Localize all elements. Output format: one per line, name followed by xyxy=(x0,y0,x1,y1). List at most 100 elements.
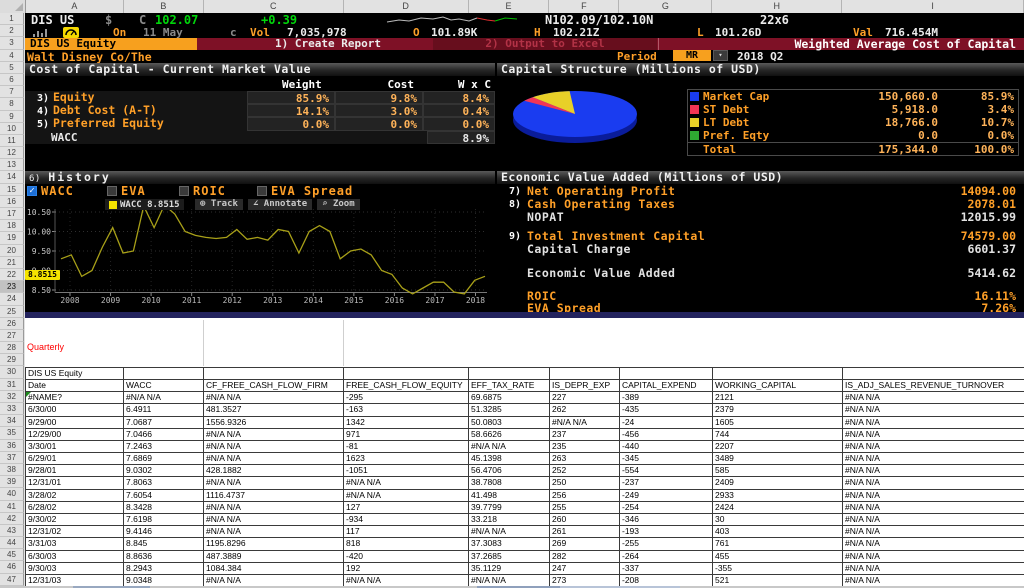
table-cell[interactable] xyxy=(204,367,344,380)
quarterly-label[interactable]: Quarterly xyxy=(27,342,64,352)
table-cell[interactable]: -345 xyxy=(620,453,713,466)
row-header-30[interactable]: 30 xyxy=(0,366,24,379)
table-cell[interactable]: #N/A N/A xyxy=(344,489,469,502)
toggle-roic[interactable]: ROIC xyxy=(179,184,226,198)
table-cell[interactable]: -264 xyxy=(620,550,713,563)
select-all-corner[interactable] xyxy=(0,0,26,13)
table-cell[interactable]: 9.4146 xyxy=(124,526,204,539)
table-cell[interactable]: 252 xyxy=(550,465,620,478)
table-cell[interactable]: 1084.384 xyxy=(204,562,344,575)
table-cell[interactable]: 69.6875 xyxy=(469,392,550,405)
table-cell[interactable]: 12/31/01 xyxy=(26,477,124,490)
toggle-eva-spread[interactable]: EVA Spread xyxy=(257,184,353,198)
table-cell[interactable]: 6/30/03 xyxy=(26,550,124,563)
row-header-20[interactable]: 20 xyxy=(0,244,24,257)
table-cell[interactable]: 255 xyxy=(550,501,620,515)
row-header-34[interactable]: 34 xyxy=(0,415,24,428)
row-header-6[interactable]: 6 xyxy=(0,73,24,87)
table-cell[interactable]: -249 xyxy=(620,489,713,502)
table-cell[interactable]: 487.3889 xyxy=(204,550,344,563)
table-cell[interactable]: #N/A N/A xyxy=(204,428,344,441)
table-cell[interactable]: 2379 xyxy=(713,404,843,417)
table-cell[interactable]: 8.3428 xyxy=(124,501,204,515)
chart-annotate-button[interactable]: ∠ Annotate xyxy=(247,199,313,210)
row-header-14[interactable]: 14 xyxy=(0,171,24,184)
table-cell[interactable]: 744 xyxy=(713,428,843,441)
toggle-eva[interactable]: EVA xyxy=(107,184,146,198)
row-header-13[interactable]: 13 xyxy=(0,159,24,172)
table-cell[interactable]: 250 xyxy=(550,477,620,490)
table-cell[interactable]: 262 xyxy=(550,404,620,417)
table-cell[interactable]: -1051 xyxy=(344,465,469,478)
table-cell[interactable]: 1342 xyxy=(344,416,469,429)
table-cell[interactable]: 237 xyxy=(550,428,620,441)
row-header-23[interactable]: 23 xyxy=(0,281,24,294)
table-cell[interactable]: -208 xyxy=(620,574,713,588)
table-cell[interactable]: -456 xyxy=(620,428,713,441)
table-cell[interactable]: -24 xyxy=(620,416,713,429)
table-cell[interactable]: -193 xyxy=(620,526,713,539)
row-header-36[interactable]: 36 xyxy=(0,439,24,452)
table-cell[interactable]: 37.3083 xyxy=(469,538,550,551)
table-cell[interactable]: 51.3285 xyxy=(469,404,550,417)
table-cell[interactable] xyxy=(124,367,204,380)
table-header-cell[interactable]: EFF_TAX_RATE xyxy=(469,379,550,393)
row-header-22[interactable]: 22 xyxy=(0,268,24,282)
row-header-4[interactable]: 4 xyxy=(0,49,24,62)
table-cell[interactable]: 50.0803 xyxy=(469,416,550,429)
row-header-24[interactable]: 24 xyxy=(0,293,24,306)
table-cell[interactable]: #N/A N/A xyxy=(469,440,550,454)
create-report-button[interactable]: 1) Create Report xyxy=(275,38,381,50)
table-cell[interactable]: 8.8636 xyxy=(124,550,204,563)
table-cell[interactable]: 1605 xyxy=(713,416,843,429)
chart-track-button[interactable]: ⊕ Track xyxy=(195,199,243,210)
row-header-27[interactable]: 27 xyxy=(0,329,24,343)
table-cell[interactable]: -355 xyxy=(713,562,843,575)
table-cell[interactable]: 33.218 xyxy=(469,514,550,527)
table-cell[interactable]: 7.0687 xyxy=(124,416,204,429)
column-header-B[interactable]: B xyxy=(124,0,204,13)
table-cell[interactable]: 256 xyxy=(550,489,620,502)
row-header-25[interactable]: 25 xyxy=(0,305,24,318)
column-header-F[interactable]: F xyxy=(549,0,620,13)
table-cell[interactable]: 261 xyxy=(550,526,620,539)
row-header-21[interactable]: 21 xyxy=(0,256,24,269)
row-header-15[interactable]: 15 xyxy=(0,183,24,196)
table-cell[interactable]: 9/30/03 xyxy=(26,562,124,575)
table-cell[interactable]: 12/31/02 xyxy=(26,526,124,539)
table-cell[interactable]: 38.7808 xyxy=(469,477,550,490)
row-header-32[interactable]: 32 xyxy=(0,390,24,403)
table-cell[interactable]: #N/A N/A xyxy=(204,453,344,466)
table-header-cell[interactable]: FREE_CASH_FLOW_EQUITY xyxy=(344,379,469,393)
table-cell[interactable]: #N/A N/A xyxy=(469,526,550,539)
table-header-cell[interactable]: IS_ADJ_SALES_REVENUE_TURNOVER xyxy=(843,379,1024,393)
table-cell[interactable]: 1116.4737 xyxy=(204,489,344,502)
table-cell[interactable]: 8.2943 xyxy=(124,562,204,575)
table-cell[interactable]: #NAME? xyxy=(26,392,124,405)
table-cell[interactable]: -346 xyxy=(620,514,713,527)
table-cell[interactable]: 3/30/01 xyxy=(26,440,124,454)
table-cell[interactable]: #N/A N/A xyxy=(124,392,204,405)
row-header-42[interactable]: 42 xyxy=(0,512,24,525)
table-cell[interactable]: 3/28/02 xyxy=(26,489,124,502)
table-cell[interactable]: 269 xyxy=(550,538,620,551)
table-cell[interactable]: 818 xyxy=(344,538,469,551)
table-cell[interactable]: #N/A N/A xyxy=(843,562,1024,575)
table-cell[interactable]: #N/A N/A xyxy=(843,489,1024,502)
table-cell[interactable]: 127 xyxy=(344,501,469,515)
row-header-1[interactable]: 1 xyxy=(0,13,24,26)
table-cell[interactable]: 7.8063 xyxy=(124,477,204,490)
table-cell[interactable]: #N/A N/A xyxy=(843,514,1024,527)
row-header-47[interactable]: 47 xyxy=(0,573,24,586)
table-cell[interactable]: #N/A N/A xyxy=(204,574,344,588)
table-header-cell[interactable]: WACC xyxy=(124,379,204,393)
row-header-39[interactable]: 39 xyxy=(0,476,24,489)
table-cell[interactable]: 1195.8296 xyxy=(204,538,344,551)
table-cell[interactable]: 37.2685 xyxy=(469,550,550,563)
table-cell[interactable]: 41.498 xyxy=(469,489,550,502)
table-cell[interactable]: #N/A N/A xyxy=(204,501,344,515)
table-cell[interactable] xyxy=(620,367,713,380)
row-header-9[interactable]: 9 xyxy=(0,110,24,123)
row-header-38[interactable]: 38 xyxy=(0,463,24,477)
table-cell[interactable]: -81 xyxy=(344,440,469,454)
